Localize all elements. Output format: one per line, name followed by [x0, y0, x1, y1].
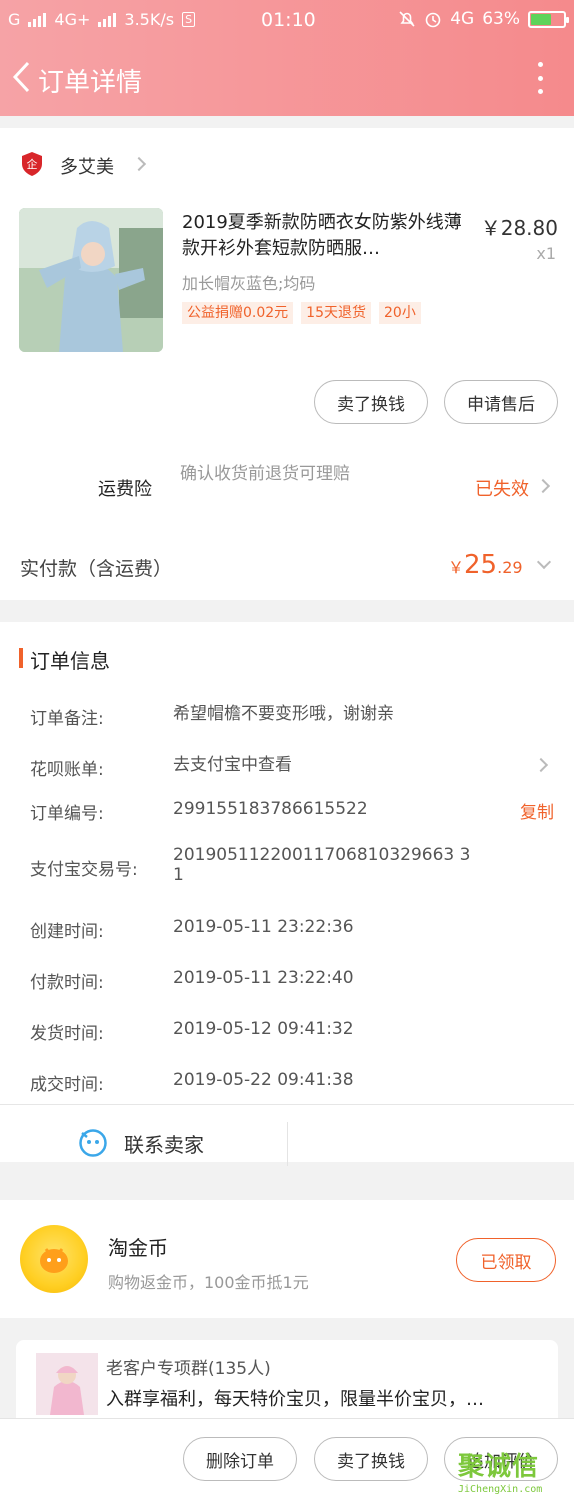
currency-symbol: ￥ — [448, 558, 465, 577]
battery-icon — [528, 10, 569, 28]
row-value-order-id: 299155183786615522 — [173, 799, 368, 819]
shop-name[interactable]: 多艾美 — [60, 153, 114, 179]
back-icon[interactable] — [10, 60, 34, 94]
product-price: ￥28.80 — [480, 216, 558, 240]
speed-badge: S — [182, 12, 196, 27]
row-value-shipped: 2019-05-12 09:41:32 — [173, 1019, 354, 1039]
product-sku: 加长帽灰蓝色;均码 — [182, 274, 316, 293]
row-label-alipay-id: 支付宝交易号: — [30, 860, 138, 880]
product-quantity: x1 — [536, 244, 556, 263]
gold-coin-icon — [20, 1225, 88, 1293]
amount-decimal: .29 — [497, 558, 523, 577]
chat-bot-icon — [79, 1129, 107, 1157]
insurance-status[interactable]: 已失效 — [475, 475, 529, 501]
order-info-title: 订单信息 — [30, 649, 110, 673]
order-card — [0, 128, 574, 600]
product-title[interactable]: 2019夏季新款防晒衣女防紫外线薄款开衫外套短款防晒服… — [182, 210, 462, 262]
group-desc: 入群享福利，每天特价宝贝，限量半价宝贝，… — [106, 1389, 484, 1410]
row-value-note: 希望帽檐不要变形哦，谢谢亲 — [173, 704, 394, 724]
row-label-paid: 付款时间: — [30, 973, 104, 993]
signal-icon-2 — [98, 12, 117, 27]
watermark-text: 聚诚信 — [458, 1452, 540, 1482]
row-label-shipped: 发货时间: — [30, 1024, 104, 1044]
insurance-desc: 确认收货前退货可理赔 — [180, 464, 350, 484]
watermark-url: JiChengXin.com — [458, 1484, 543, 1495]
alarm-icon — [425, 12, 441, 28]
mute-icon — [399, 11, 415, 27]
signal-icon — [28, 12, 47, 27]
tag-hours: 20小 — [379, 302, 421, 324]
product-image[interactable] — [19, 208, 163, 352]
insurance-label: 运费险 — [98, 479, 152, 500]
network-speed: 3.5K/s — [124, 10, 175, 29]
coin-title: 淘金币 — [108, 1236, 168, 1260]
row-value-alipay-id: 20190511220011706810329663 3 1 — [173, 845, 471, 885]
network-label-2: 4G — [450, 9, 475, 29]
network-label: 4G+ — [54, 10, 91, 29]
section-accent-bar — [19, 648, 23, 668]
product-tags: 公益捐赠0.02元 15天退货 20小 — [182, 302, 421, 324]
divider — [0, 1104, 574, 1105]
tag-return: 15天退货 — [301, 302, 371, 324]
battery-percent: 63% — [482, 9, 520, 29]
row-value-created: 2019-05-11 23:22:36 — [173, 917, 354, 937]
sell-button[interactable]: 卖了换钱 — [314, 380, 428, 424]
delete-order-button[interactable]: 删除订单 — [183, 1437, 297, 1481]
after-sale-button[interactable]: 申请售后 — [444, 380, 558, 424]
customer-group-card[interactable]: 老客户专项群(135人) 入群享福利，每天特价宝贝，限量半价宝贝，… — [16, 1340, 558, 1430]
row-value-huabei[interactable]: 去支付宝中查看 — [173, 755, 483, 775]
svg-text:企: 企 — [27, 157, 38, 171]
group-title: 老客户专项群(135人) — [106, 1359, 271, 1379]
row-value-closed: 2019-05-22 09:41:38 — [173, 1070, 354, 1090]
contact-seller-button[interactable]: 联系卖家 — [78, 1128, 204, 1158]
nav-bar: 订单详情 — [0, 50, 574, 106]
watermark-logo: 聚诚信 JiChengXin.com — [458, 1446, 570, 1498]
divider-vertical — [287, 1122, 288, 1166]
coin-claimed-button[interactable]: 已领取 — [456, 1238, 556, 1282]
row-label-huabei: 花呗账单: — [30, 760, 104, 780]
bottom-sell-button[interactable]: 卖了换钱 — [314, 1437, 428, 1481]
row-label-created: 创建时间: — [30, 922, 104, 942]
coin-subtitle: 购物返金币，100金币抵1元 — [108, 1273, 309, 1292]
payment-amount: ￥25.29 — [448, 550, 523, 580]
status-bar: G 4G+ 3.5K/s S 01:10 4G 63% — [0, 0, 574, 40]
contact-seller-label: 联系卖家 — [124, 1132, 204, 1157]
copy-button[interactable]: 复制 — [520, 798, 554, 823]
amount-integer: 25 — [464, 550, 498, 580]
clock: 01:10 — [261, 9, 316, 31]
row-label-order-id: 订单编号: — [30, 804, 104, 824]
group-avatar — [36, 1353, 98, 1415]
row-label-note: 订单备注: — [30, 709, 104, 729]
tag-charity: 公益捐赠0.02元 — [182, 302, 294, 324]
payment-label: 实付款（含运费） — [20, 558, 173, 580]
header-bar: G 4G+ 3.5K/s S 01:10 4G 63% 订单详情 — [0, 0, 574, 116]
carrier-label: G — [8, 10, 21, 29]
row-label-closed: 成交时间: — [30, 1075, 104, 1095]
row-value-paid: 2019-05-11 23:22:40 — [173, 968, 354, 988]
shop-logo-icon: 企 — [20, 151, 44, 177]
page-title: 订单详情 — [38, 68, 143, 98]
more-menu-icon[interactable] — [536, 62, 544, 94]
